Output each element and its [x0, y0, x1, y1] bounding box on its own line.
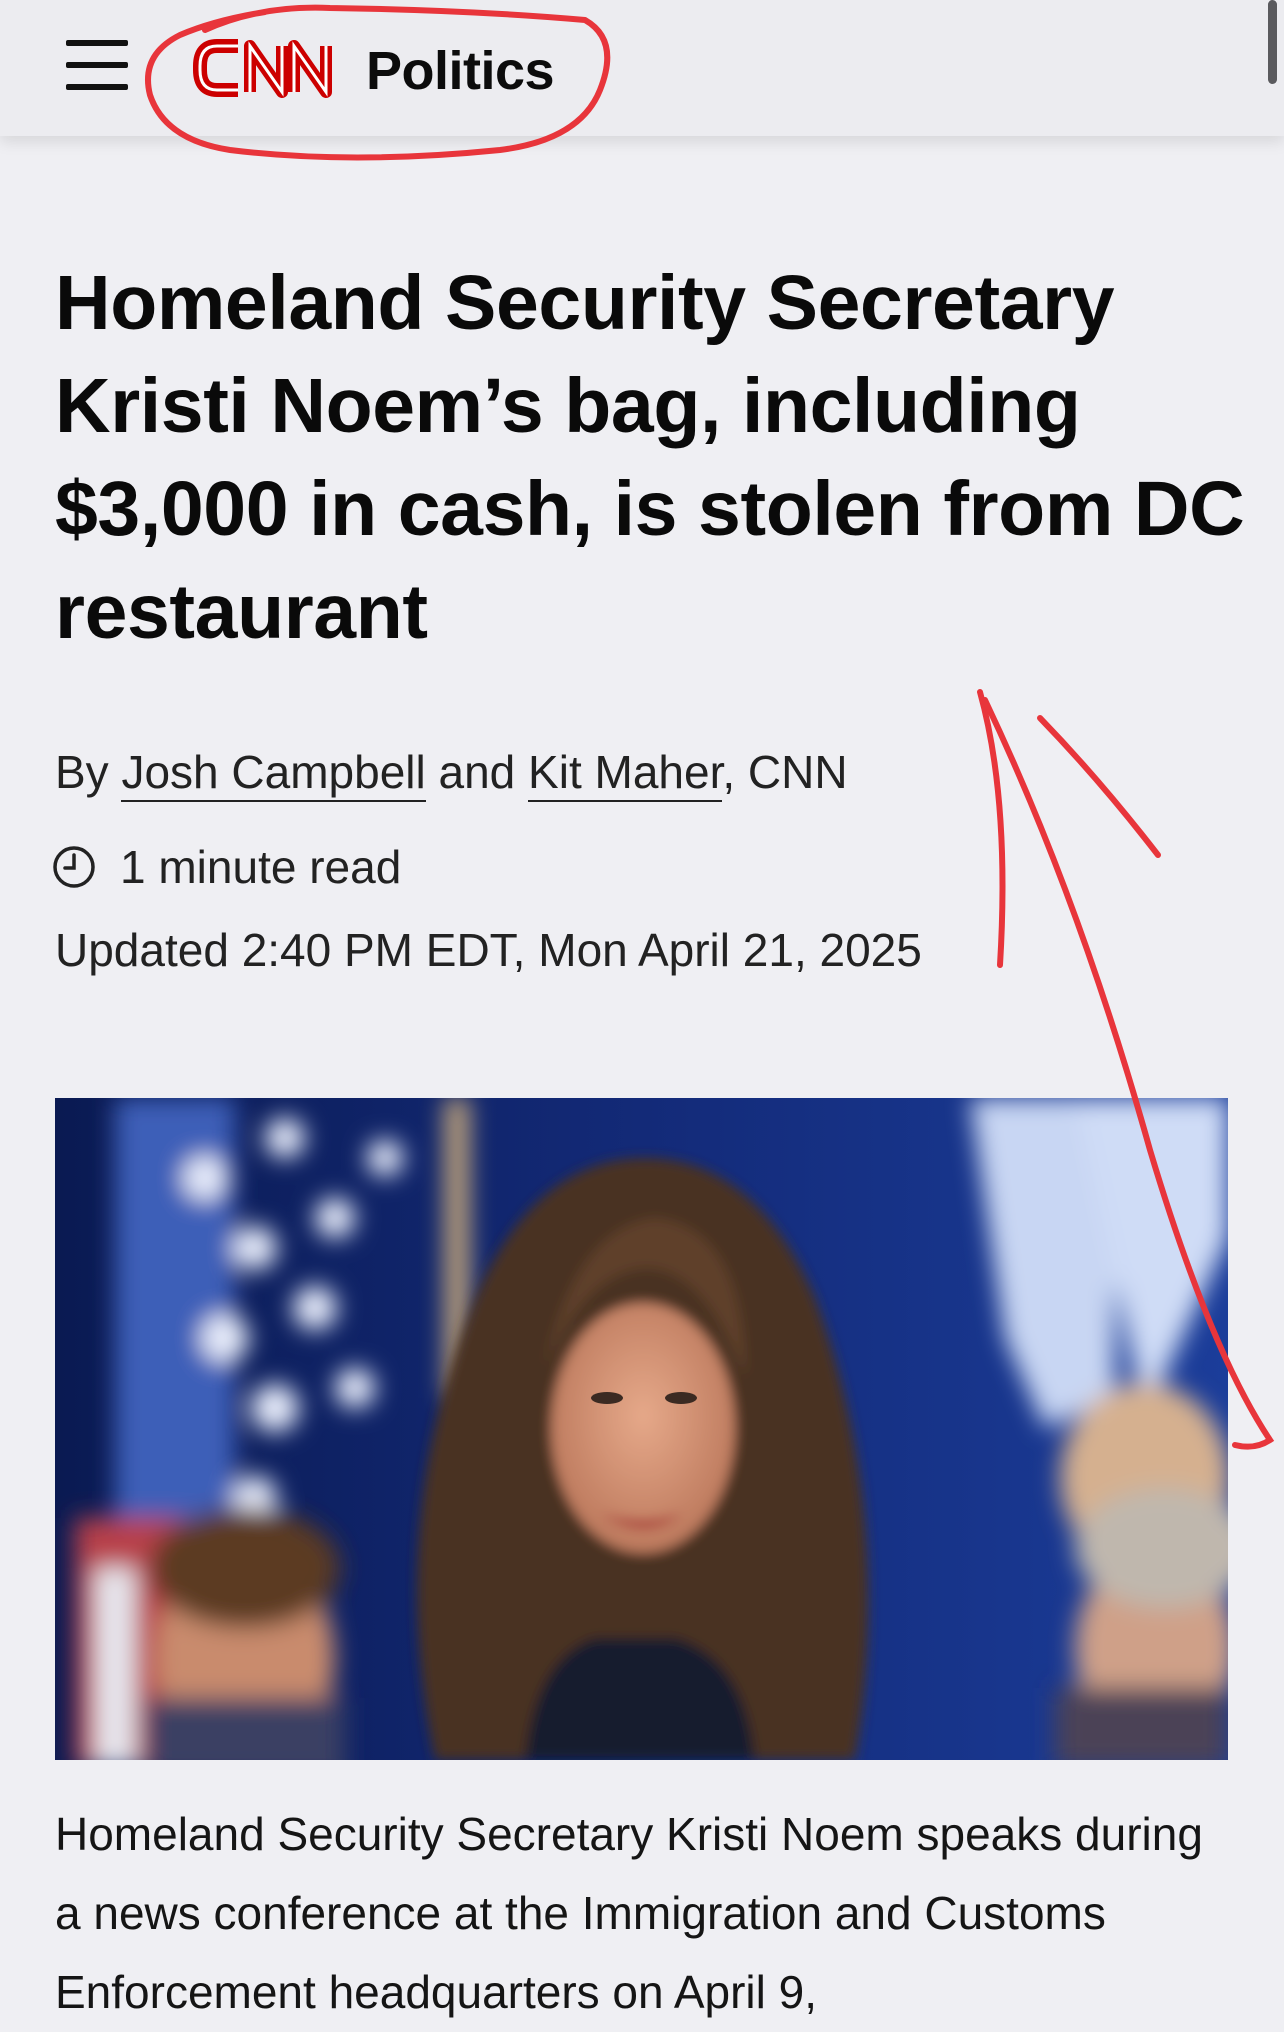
byline-suffix: , CNN	[722, 746, 848, 798]
byline-prefix: By	[55, 746, 122, 798]
section-title-politics[interactable]: Politics	[366, 40, 555, 102]
photo-caption: Homeland Security Secretary Kristi Noem …	[55, 1808, 1203, 2018]
author-link-josh-campbell[interactable]: Josh Campbell	[121, 746, 426, 802]
top-nav-bar: Politics	[0, 0, 1284, 136]
article-headline: Homeland Security Secretary Kristi Noem’…	[55, 260, 1245, 655]
cnn-logo[interactable]	[190, 28, 355, 108]
byline-joiner: and	[425, 746, 529, 798]
hamburger-menu-icon[interactable]	[66, 40, 128, 90]
author-link-kit-maher[interactable]: Kit Maher	[528, 746, 723, 802]
scrollbar[interactable]	[1268, 0, 1277, 84]
read-time: 1 minute read	[52, 839, 401, 895]
clock-icon	[53, 846, 95, 888]
arrow-head-right	[1037, 715, 1161, 858]
updated-timestamp: Updated 2:40 PM EDT, Mon April 21, 2025	[55, 924, 922, 976]
read-time-label: 1 minute read	[120, 841, 402, 893]
article-photo[interactable]	[55, 1098, 1228, 1760]
arrow-stroke-left	[977, 689, 1006, 968]
byline: By Josh Campbell and Kit Maher, CNN	[55, 745, 848, 802]
